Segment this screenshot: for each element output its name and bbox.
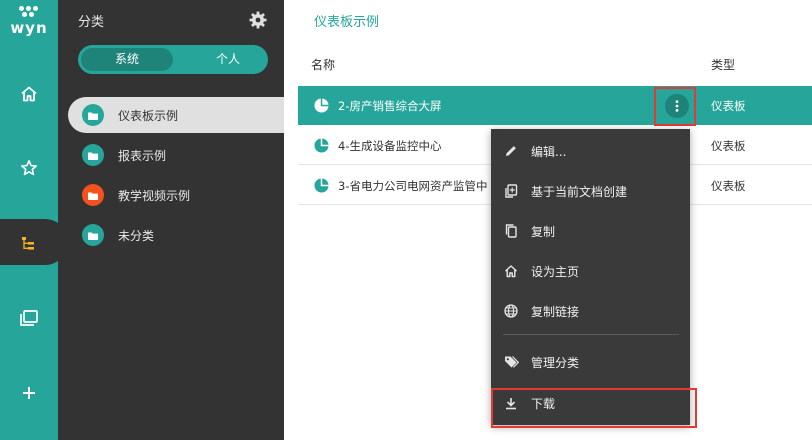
row-type: 仪表板 (711, 99, 746, 113)
row-name: 4-生成设备监控中心 (338, 139, 442, 153)
category-item-dashboard-samples[interactable]: 仪表板示例 (68, 97, 284, 133)
row-type: 仪表板 (711, 179, 746, 193)
download-highlight (491, 388, 697, 428)
menu-item-label: 基于当前文档创建 (531, 184, 628, 199)
context-menu: 编辑... 基于当前文档创建 复制 设为主页 复制链接 管理分类 下载 (491, 129, 690, 425)
more-actions-highlight (654, 87, 696, 126)
folder-icon (82, 104, 104, 126)
category-item-report-samples[interactable]: 报表示例 (68, 137, 284, 173)
menu-item-label: 设为主页 (531, 264, 580, 279)
nav-categories-button[interactable] (0, 221, 58, 265)
nav-create-button[interactable] (0, 371, 58, 415)
logo-text: wyn (10, 19, 48, 37)
folder-icon (82, 224, 104, 246)
menu-item-create-from-document[interactable]: 基于当前文档创建 (491, 174, 690, 208)
menu-divider (503, 334, 679, 335)
category-item-label: 仪表板示例 (118, 108, 179, 123)
menu-item-label: 复制 (531, 224, 556, 239)
add-icon (23, 387, 35, 399)
menu-item-label: 管理分类 (531, 355, 580, 370)
left-rail: wyn (0, 0, 68, 440)
menu-item-label: 复制链接 (531, 304, 580, 319)
scope-toggle: 系统 个人 (78, 45, 268, 74)
tag-icon (503, 354, 519, 370)
row-type: 仪表板 (711, 139, 746, 153)
more-vertical-icon (675, 100, 679, 112)
gear-icon (249, 11, 267, 29)
category-item-uncategorized[interactable]: 未分类 (68, 217, 284, 253)
column-header-name[interactable]: 名称 (311, 56, 335, 73)
create-from-doc-icon (503, 183, 519, 199)
menu-item-edit[interactable]: 编辑... (491, 134, 690, 168)
column-header-type[interactable]: 类型 (711, 56, 735, 73)
category-item-label: 教学视频示例 (118, 188, 191, 203)
tab-personal[interactable]: 个人 (193, 45, 263, 74)
more-actions-button[interactable] (665, 94, 689, 118)
home-icon (21, 86, 37, 102)
menu-item-copy-link[interactable]: 复制链接 (491, 294, 690, 328)
category-panel-title: 分类 (78, 15, 105, 30)
table-row[interactable]: 2-房产销售综合大屏 仪表板 (298, 86, 812, 126)
row-name: 3-省电力公司电网资产监管中 (338, 179, 488, 193)
dashboard-icon (314, 98, 329, 113)
folder-icon (82, 144, 104, 166)
copy-icon (503, 223, 519, 239)
nav-documents-button[interactable] (0, 296, 58, 340)
dashboard-icon (314, 178, 329, 193)
wyn-logo: wyn (0, 6, 58, 40)
category-settings-button[interactable] (248, 10, 268, 30)
row-name: 2-房产销售综合大屏 (338, 99, 442, 113)
category-tree-icon (22, 237, 34, 250)
logo-dots (17, 6, 41, 20)
home-icon (503, 263, 519, 279)
nav-home-button[interactable] (0, 72, 58, 116)
menu-item-label: 编辑... (531, 144, 567, 159)
menu-item-copy[interactable]: 复制 (491, 214, 690, 248)
dashboard-icon (314, 138, 329, 153)
menu-item-manage-categories[interactable]: 管理分类 (491, 345, 690, 379)
folder-view-icon (20, 310, 38, 326)
edit-icon (503, 143, 519, 159)
category-item-label: 报表示例 (118, 148, 167, 163)
breadcrumb: 仪表板示例 (314, 15, 380, 30)
tab-system[interactable]: 系统 (81, 48, 173, 71)
star-icon (21, 160, 37, 176)
folder-icon (82, 184, 104, 206)
category-panel: 分类 系统 个人 仪表板示例 报表示例 教学视频示例 未分类 (58, 0, 284, 440)
globe-icon (503, 303, 519, 319)
menu-item-set-as-home[interactable]: 设为主页 (491, 254, 690, 288)
nav-favorites-button[interactable] (0, 146, 58, 190)
category-item-tutorial-videos[interactable]: 教学视频示例 (68, 177, 284, 213)
category-item-label: 未分类 (118, 228, 155, 243)
